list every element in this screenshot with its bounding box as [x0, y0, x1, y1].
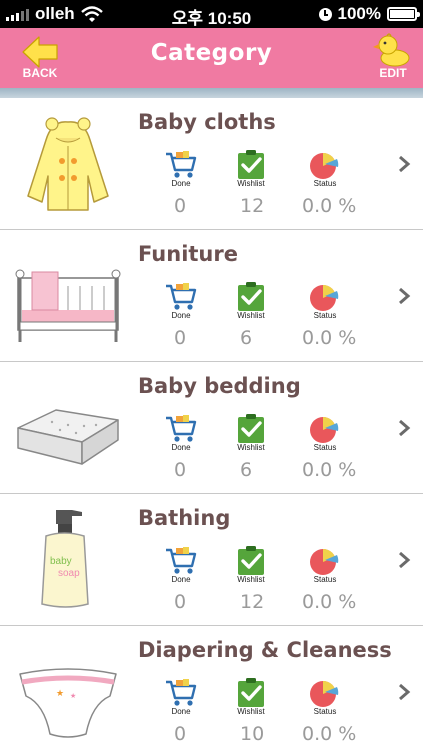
status-caption: Status — [313, 443, 337, 452]
clipboard-check-icon — [238, 282, 264, 311]
clipboard-check-icon — [238, 150, 264, 179]
shopping-cart-icon — [166, 283, 197, 310]
wishlist-caption: Wishlist — [237, 443, 265, 452]
back-label: BACK — [22, 66, 58, 80]
svg-text:★: ★ — [70, 692, 76, 700]
stat-done: Done — [151, 414, 211, 452]
pie-chart-icon — [310, 549, 339, 575]
svg-text:★: ★ — [56, 689, 64, 699]
done-caption: Done — [171, 575, 191, 584]
shopping-cart-icon — [166, 547, 197, 574]
chevron-right-icon — [399, 551, 411, 569]
battery-icon — [387, 7, 420, 21]
category-list: Baby cloths Done Wishlist Status 0 12 0.… — [0, 98, 423, 750]
wishlist-value: 12 — [240, 195, 265, 217]
edit-button[interactable]: EDIT — [369, 30, 417, 84]
page-title: Category — [150, 40, 273, 66]
baby-raincoat-icon — [27, 117, 109, 211]
status-value: 0.0 % — [302, 723, 357, 745]
stat-done: Done — [151, 546, 211, 584]
wishlist-value: 6 — [240, 327, 253, 349]
done-caption: Done — [171, 707, 191, 716]
nav-divider — [0, 88, 423, 98]
shopping-cart-icon — [166, 151, 197, 178]
done-value: 0 — [174, 327, 187, 349]
stat-status: Status — [295, 414, 355, 452]
done-value: 0 — [174, 723, 187, 745]
bottle-label-baby: baby — [50, 556, 72, 567]
done-value: 0 — [174, 195, 187, 217]
stat-status: Status — [295, 546, 355, 584]
done-caption: Done — [171, 311, 191, 320]
category-row-bathing[interactable]: baby soap Bathing Done Wishlist Status 0… — [0, 494, 423, 626]
clipboard-check-icon — [238, 678, 264, 707]
chevron-right-icon — [399, 155, 411, 173]
chevron-right-icon — [399, 419, 411, 437]
status-value: 0.0 % — [302, 327, 357, 349]
wishlist-value: 10 — [240, 723, 265, 745]
clipboard-check-icon — [238, 546, 264, 575]
wishlist-value: 12 — [240, 591, 265, 613]
category-row-diapering[interactable]: ★ ★ Diapering & Cleaness Done Wishlist S… — [0, 626, 423, 750]
pie-chart-icon — [310, 417, 339, 443]
stat-wishlist: Wishlist — [221, 150, 281, 188]
wishlist-caption: Wishlist — [237, 707, 265, 716]
status-value: 0.0 % — [302, 195, 357, 217]
stat-done: Done — [151, 678, 211, 716]
chevron-right-icon — [399, 683, 411, 701]
stat-status: Status — [295, 282, 355, 320]
status-caption: Status — [313, 575, 337, 584]
bottle-label-soap: soap — [58, 568, 80, 579]
wishlist-value: 6 — [240, 459, 253, 481]
battery-percent: 100% — [337, 4, 381, 23]
status-caption: Status — [313, 707, 337, 716]
edit-label: EDIT — [379, 66, 407, 80]
pie-chart-icon — [310, 285, 339, 311]
category-row-baby-cloths[interactable]: Baby cloths Done Wishlist Status 0 12 0.… — [0, 98, 423, 230]
done-value: 0 — [174, 591, 187, 613]
duck-icon — [373, 33, 410, 67]
done-value: 0 — [174, 459, 187, 481]
stat-wishlist: Wishlist — [221, 414, 281, 452]
wishlist-caption: Wishlist — [237, 179, 265, 188]
done-caption: Done — [171, 443, 191, 452]
stat-wishlist: Wishlist — [221, 282, 281, 320]
alarm-clock-icon — [318, 7, 332, 21]
status-right: 100% — [318, 4, 420, 24]
status-bar: olleh 오후 10:50 100% — [0, 0, 423, 28]
status-value: 0.0 % — [302, 591, 357, 613]
category-title: Funiture — [138, 242, 238, 266]
shopping-cart-icon — [166, 415, 197, 442]
done-caption: Done — [171, 179, 191, 188]
crib-icon — [15, 269, 121, 342]
mattress-icon — [17, 409, 119, 465]
diaper-icon: ★ ★ — [19, 668, 117, 738]
pie-chart-icon — [310, 681, 339, 707]
category-row-funiture[interactable]: Funiture Done Wishlist Status 0 6 0.0 % — [0, 230, 423, 362]
category-title: Diapering & Cleaness — [138, 638, 392, 662]
category-row-baby-bedding[interactable]: Baby bedding Done Wishlist Status 0 6 0.… — [0, 362, 423, 494]
wishlist-caption: Wishlist — [237, 575, 265, 584]
stat-status: Status — [295, 150, 355, 188]
stat-status: Status — [295, 678, 355, 716]
stat-done: Done — [151, 282, 211, 320]
shopping-cart-icon — [166, 679, 197, 706]
stat-done: Done — [151, 150, 211, 188]
status-value: 0.0 % — [302, 459, 357, 481]
clipboard-check-icon — [238, 414, 264, 443]
soap-bottle-icon: baby soap — [41, 510, 89, 608]
status-caption: Status — [313, 179, 337, 188]
nav-bar: BACK Category EDIT — [0, 28, 423, 88]
pie-chart-icon — [310, 153, 339, 179]
status-caption: Status — [313, 311, 337, 320]
category-title: Baby bedding — [138, 374, 301, 398]
chevron-right-icon — [399, 287, 411, 305]
category-title: Baby cloths — [138, 110, 276, 134]
stat-wishlist: Wishlist — [221, 678, 281, 716]
wishlist-caption: Wishlist — [237, 311, 265, 320]
stat-wishlist: Wishlist — [221, 546, 281, 584]
category-title: Bathing — [138, 506, 231, 530]
